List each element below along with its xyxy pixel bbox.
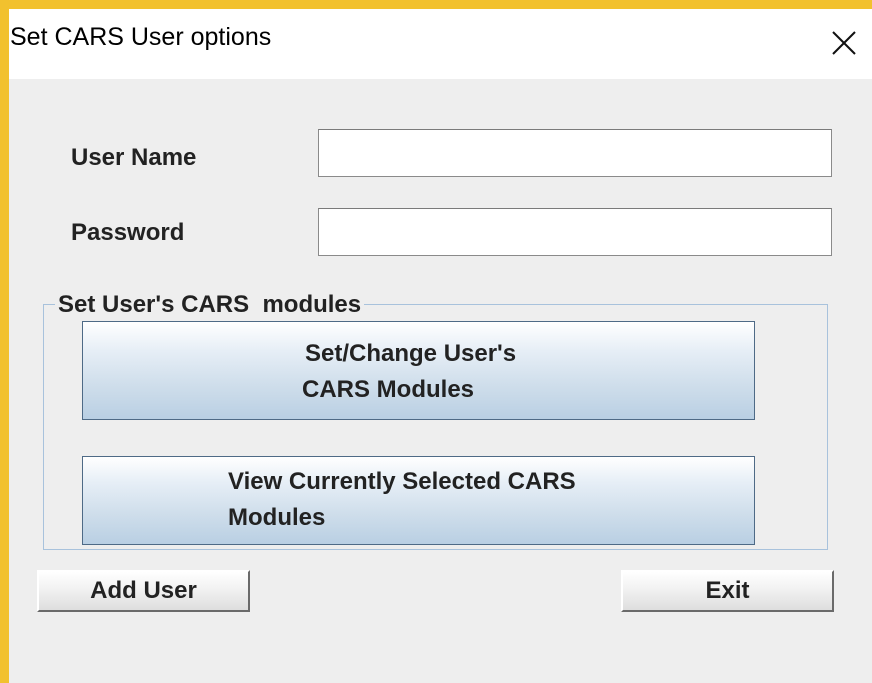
username-label: User Name	[71, 144, 197, 171]
password-field[interactable]	[318, 208, 832, 256]
title-bar[interactable]: Set CARS User options	[9, 9, 872, 79]
dialog-window: Set CARS User options User Name Password…	[0, 0, 872, 683]
username-field[interactable]	[318, 129, 832, 177]
password-label: Password	[71, 219, 185, 246]
window-accent-left	[0, 0, 9, 683]
set-change-modules-line2: CARS Modules	[302, 376, 475, 403]
view-selected-modules-line1: View Currently Selected CARS	[228, 468, 576, 495]
close-button[interactable]	[824, 23, 864, 63]
view-selected-modules-line2: Modules	[228, 504, 326, 531]
window-title: Set CARS User options	[10, 23, 272, 51]
window-accent-top	[0, 0, 872, 9]
exit-button[interactable]: Exit	[621, 570, 834, 612]
view-selected-modules-button[interactable]: View Currently Selected CARS Modules	[82, 456, 755, 545]
set-change-modules-button[interactable]: Set/Change User's CARS Modules	[82, 321, 755, 420]
modules-group-legend: Set User's CARS modules	[55, 291, 365, 319]
close-icon	[832, 31, 856, 55]
dialog-content: User Name Password Set User's CARS modul…	[9, 79, 872, 683]
set-change-modules-line1: Set/Change User's	[305, 340, 517, 367]
add-user-button[interactable]: Add User	[37, 570, 250, 612]
